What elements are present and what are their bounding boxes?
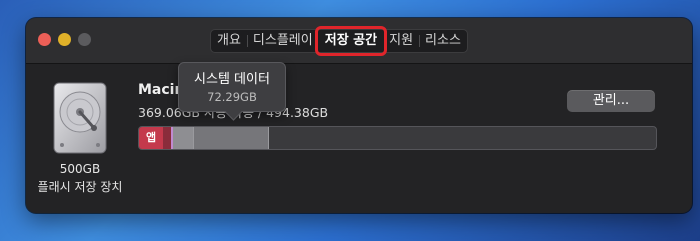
tab-bar: 개요 디스플레이 저장 공간 지원 리소스 (210, 26, 468, 56)
disk-type-label: 플래시 저장 장치 (37, 180, 123, 194)
storage-segment-misc[interactable] (173, 127, 193, 149)
tab-displays[interactable]: 디스플레이 (246, 30, 319, 52)
storage-tooltip: 시스템 데이터 72.29GB (178, 62, 286, 112)
tooltip-title: 시스템 데이터 (194, 72, 270, 87)
titlebar: 개요 디스플레이 저장 공간 지원 리소스 (26, 18, 692, 64)
tab-resources[interactable]: 리소스 (419, 30, 467, 52)
tooltip-value: 72.29GB (207, 90, 257, 104)
tab-support[interactable]: 지원 (383, 30, 419, 52)
minimize-window-button[interactable] (58, 33, 71, 46)
storage-segment-documents[interactable] (163, 127, 171, 149)
about-this-mac-window: 개요 디스플레이 저장 공간 지원 리소스 500GB 플래시 저장 장치 Ma… (26, 18, 692, 213)
tab-overview[interactable]: 개요 (211, 30, 247, 52)
tab-storage[interactable]: 저장 공간 (314, 26, 388, 56)
storage-bar[interactable]: 앱 (138, 126, 657, 150)
storage-segment-apps[interactable]: 앱 (139, 127, 163, 149)
close-window-button[interactable] (38, 33, 51, 46)
hard-drive-icon (53, 82, 107, 154)
storage-segment-system-data[interactable] (193, 127, 269, 149)
disk-size-label: 500GB (59, 162, 101, 176)
zoom-window-button[interactable] (78, 33, 91, 46)
manage-button[interactable]: 관리... (567, 90, 655, 112)
